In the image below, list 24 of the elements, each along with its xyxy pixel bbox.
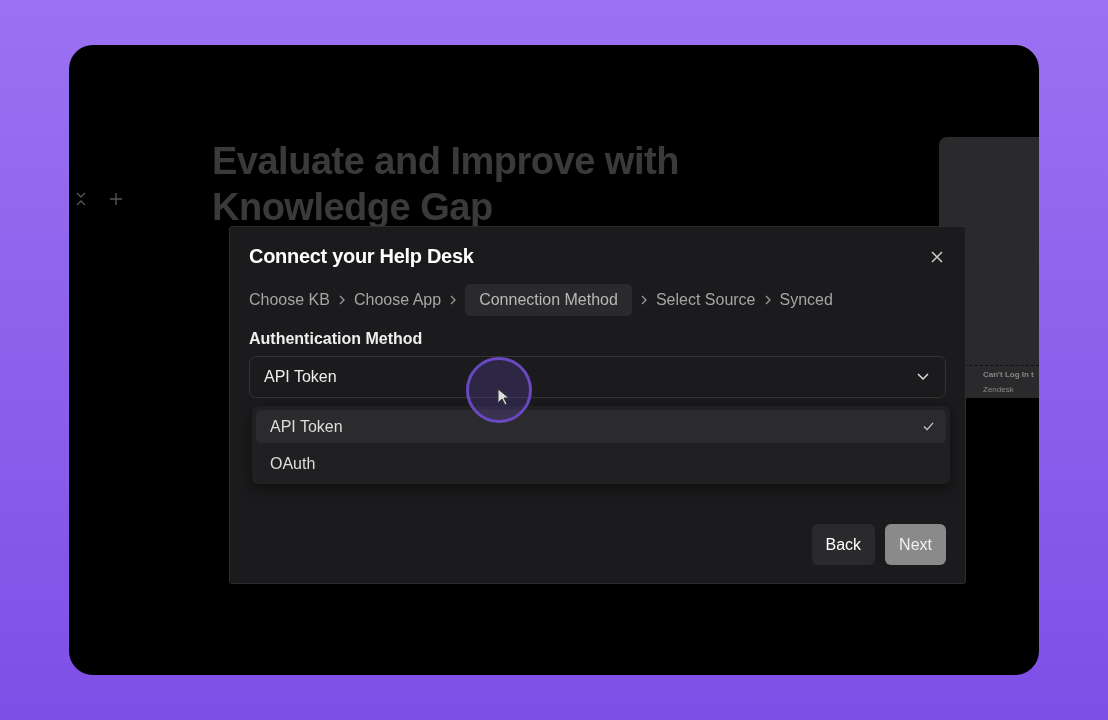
step-tab[interactable]: Choose KB xyxy=(249,284,330,316)
card-source: Zendesk xyxy=(983,385,1015,394)
chevron-icon xyxy=(450,295,457,305)
step-tab[interactable]: Connection Method xyxy=(465,284,632,316)
dialog-title: Connect your Help Desk xyxy=(249,245,474,268)
select-field[interactable]: API Token xyxy=(249,356,946,398)
dialog-button[interactable]: Back xyxy=(811,524,876,565)
menu-option[interactable]: API Token xyxy=(256,410,946,443)
field-label: Authentication Method xyxy=(249,330,424,348)
card-title: Can't Log In t xyxy=(983,370,1035,379)
chevron-icon xyxy=(640,295,647,305)
chevron-icon xyxy=(338,295,345,305)
plus-icon[interactable] xyxy=(109,192,123,206)
caret-icon xyxy=(917,373,929,381)
step-tab[interactable]: Choose App xyxy=(353,284,442,316)
chevron-icon xyxy=(764,295,771,305)
close-icon[interactable] xyxy=(931,250,943,263)
check-icon xyxy=(923,422,934,431)
step-tab[interactable]: Select Source xyxy=(655,284,756,316)
menu-option[interactable]: OAuth xyxy=(256,447,946,480)
page-headline: Evaluate and Improve with Knowledge Gap xyxy=(212,139,680,230)
step-tab[interactable]: Synced xyxy=(779,284,833,316)
collapse-icon[interactable] xyxy=(75,192,87,206)
pointer-icon xyxy=(497,388,509,406)
